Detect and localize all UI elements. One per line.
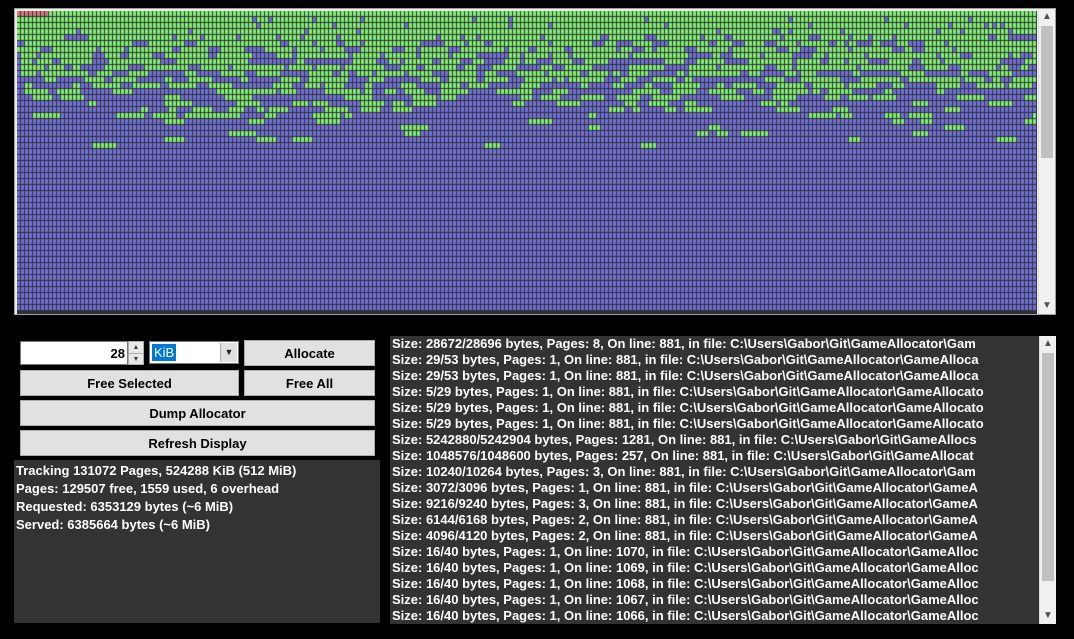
log-entry[interactable]: Size: 6144/6168 bytes, Pages: 2, On line… [392, 512, 1010, 528]
log-scroll-thumb[interactable] [1042, 353, 1054, 581]
log-entry[interactable]: Size: 5/29 bytes, Pages: 1, On line: 881… [392, 400, 1010, 416]
log-entry[interactable]: Size: 9216/9240 bytes, Pages: 3, On line… [392, 496, 1010, 512]
log-scrollbar[interactable]: ▲ ▼ [1039, 336, 1056, 624]
log-entry[interactable]: Size: 4096/4120 bytes, Pages: 2, On line… [392, 528, 1010, 544]
size-input[interactable] [20, 341, 128, 365]
log-entry[interactable]: Size: 16/40 bytes, Pages: 1, On line: 10… [392, 592, 1010, 608]
log-entry[interactable]: Size: 16/40 bytes, Pages: 1, On line: 10… [392, 544, 1010, 560]
free-selected-button[interactable]: Free Selected [20, 370, 239, 396]
log-entry[interactable]: Size: 5/29 bytes, Pages: 1, On line: 881… [392, 416, 1010, 432]
page-map-panel[interactable]: ▲ ▼ [14, 8, 1056, 315]
dump-allocator-button[interactable]: Dump Allocator [20, 400, 375, 426]
allocation-log[interactable]: Size: 28672/28696 bytes, Pages: 8, On li… [390, 336, 1056, 624]
page-map-scroll-thumb[interactable] [1041, 26, 1053, 158]
log-entry[interactable]: Size: 1048576/1048600 bytes, Pages: 257,… [392, 448, 1010, 464]
scroll-down-arrow-icon[interactable]: ▼ [1039, 298, 1055, 314]
stats-tracking: Tracking 131072 Pages, 524288 KiB (512 M… [16, 463, 297, 478]
log-entry[interactable]: Size: 5242880/5242904 bytes, Pages: 1281… [392, 432, 1010, 448]
stats-requested: Requested: 6353129 bytes (~6 MiB) [16, 499, 234, 514]
scroll-up-arrow-icon[interactable]: ▲ [1039, 9, 1055, 25]
stats-panel: Tracking 131072 Pages, 524288 KiB (512 M… [14, 460, 380, 623]
log-entry[interactable]: Size: 5/29 bytes, Pages: 1, On line: 881… [392, 384, 1010, 400]
log-entry[interactable]: Size: 16/40 bytes, Pages: 1, On line: 10… [392, 576, 1010, 592]
stats-served: Served: 6385664 bytes (~6 MiB) [16, 517, 211, 532]
page-map-scrollbar[interactable]: ▲ ▼ [1038, 9, 1055, 314]
refresh-display-button[interactable]: Refresh Display [20, 430, 375, 456]
spinner-down-icon[interactable]: ▼ [129, 354, 143, 365]
page-map-grid[interactable] [17, 11, 1037, 314]
size-spinner[interactable]: ▲ ▼ [128, 341, 144, 365]
stats-pages: Pages: 129507 free, 1559 used, 6 overhea… [16, 481, 280, 496]
allocate-button[interactable]: Allocate [244, 340, 375, 366]
scroll-up-arrow-icon[interactable]: ▲ [1040, 336, 1056, 352]
spinner-up-icon[interactable]: ▲ [129, 342, 143, 354]
scroll-down-arrow-icon[interactable]: ▼ [1040, 608, 1056, 624]
log-entry[interactable]: Size: 16/40 bytes, Pages: 1, On line: 10… [392, 560, 1010, 576]
allocation-log-list[interactable]: Size: 28672/28696 bytes, Pages: 8, On li… [392, 336, 1010, 624]
log-entry[interactable]: Size: 28672/28696 bytes, Pages: 8, On li… [392, 336, 1010, 352]
unit-select[interactable]: KiB ▼ [149, 341, 239, 364]
chevron-down-icon[interactable]: ▼ [220, 343, 237, 362]
log-entry[interactable]: Size: 29/53 bytes, Pages: 1, On line: 88… [392, 352, 1010, 368]
log-entry[interactable]: Size: 3072/3096 bytes, Pages: 1, On line… [392, 480, 1010, 496]
log-entry[interactable]: Size: 16/40 bytes, Pages: 1, On line: 10… [392, 608, 1010, 624]
free-all-button[interactable]: Free All [244, 370, 375, 396]
unit-select-value: KiB [152, 344, 177, 361]
log-entry[interactable]: Size: 29/53 bytes, Pages: 1, On line: 88… [392, 368, 1010, 384]
log-entry[interactable]: Size: 10240/10264 bytes, Pages: 3, On li… [392, 464, 1010, 480]
